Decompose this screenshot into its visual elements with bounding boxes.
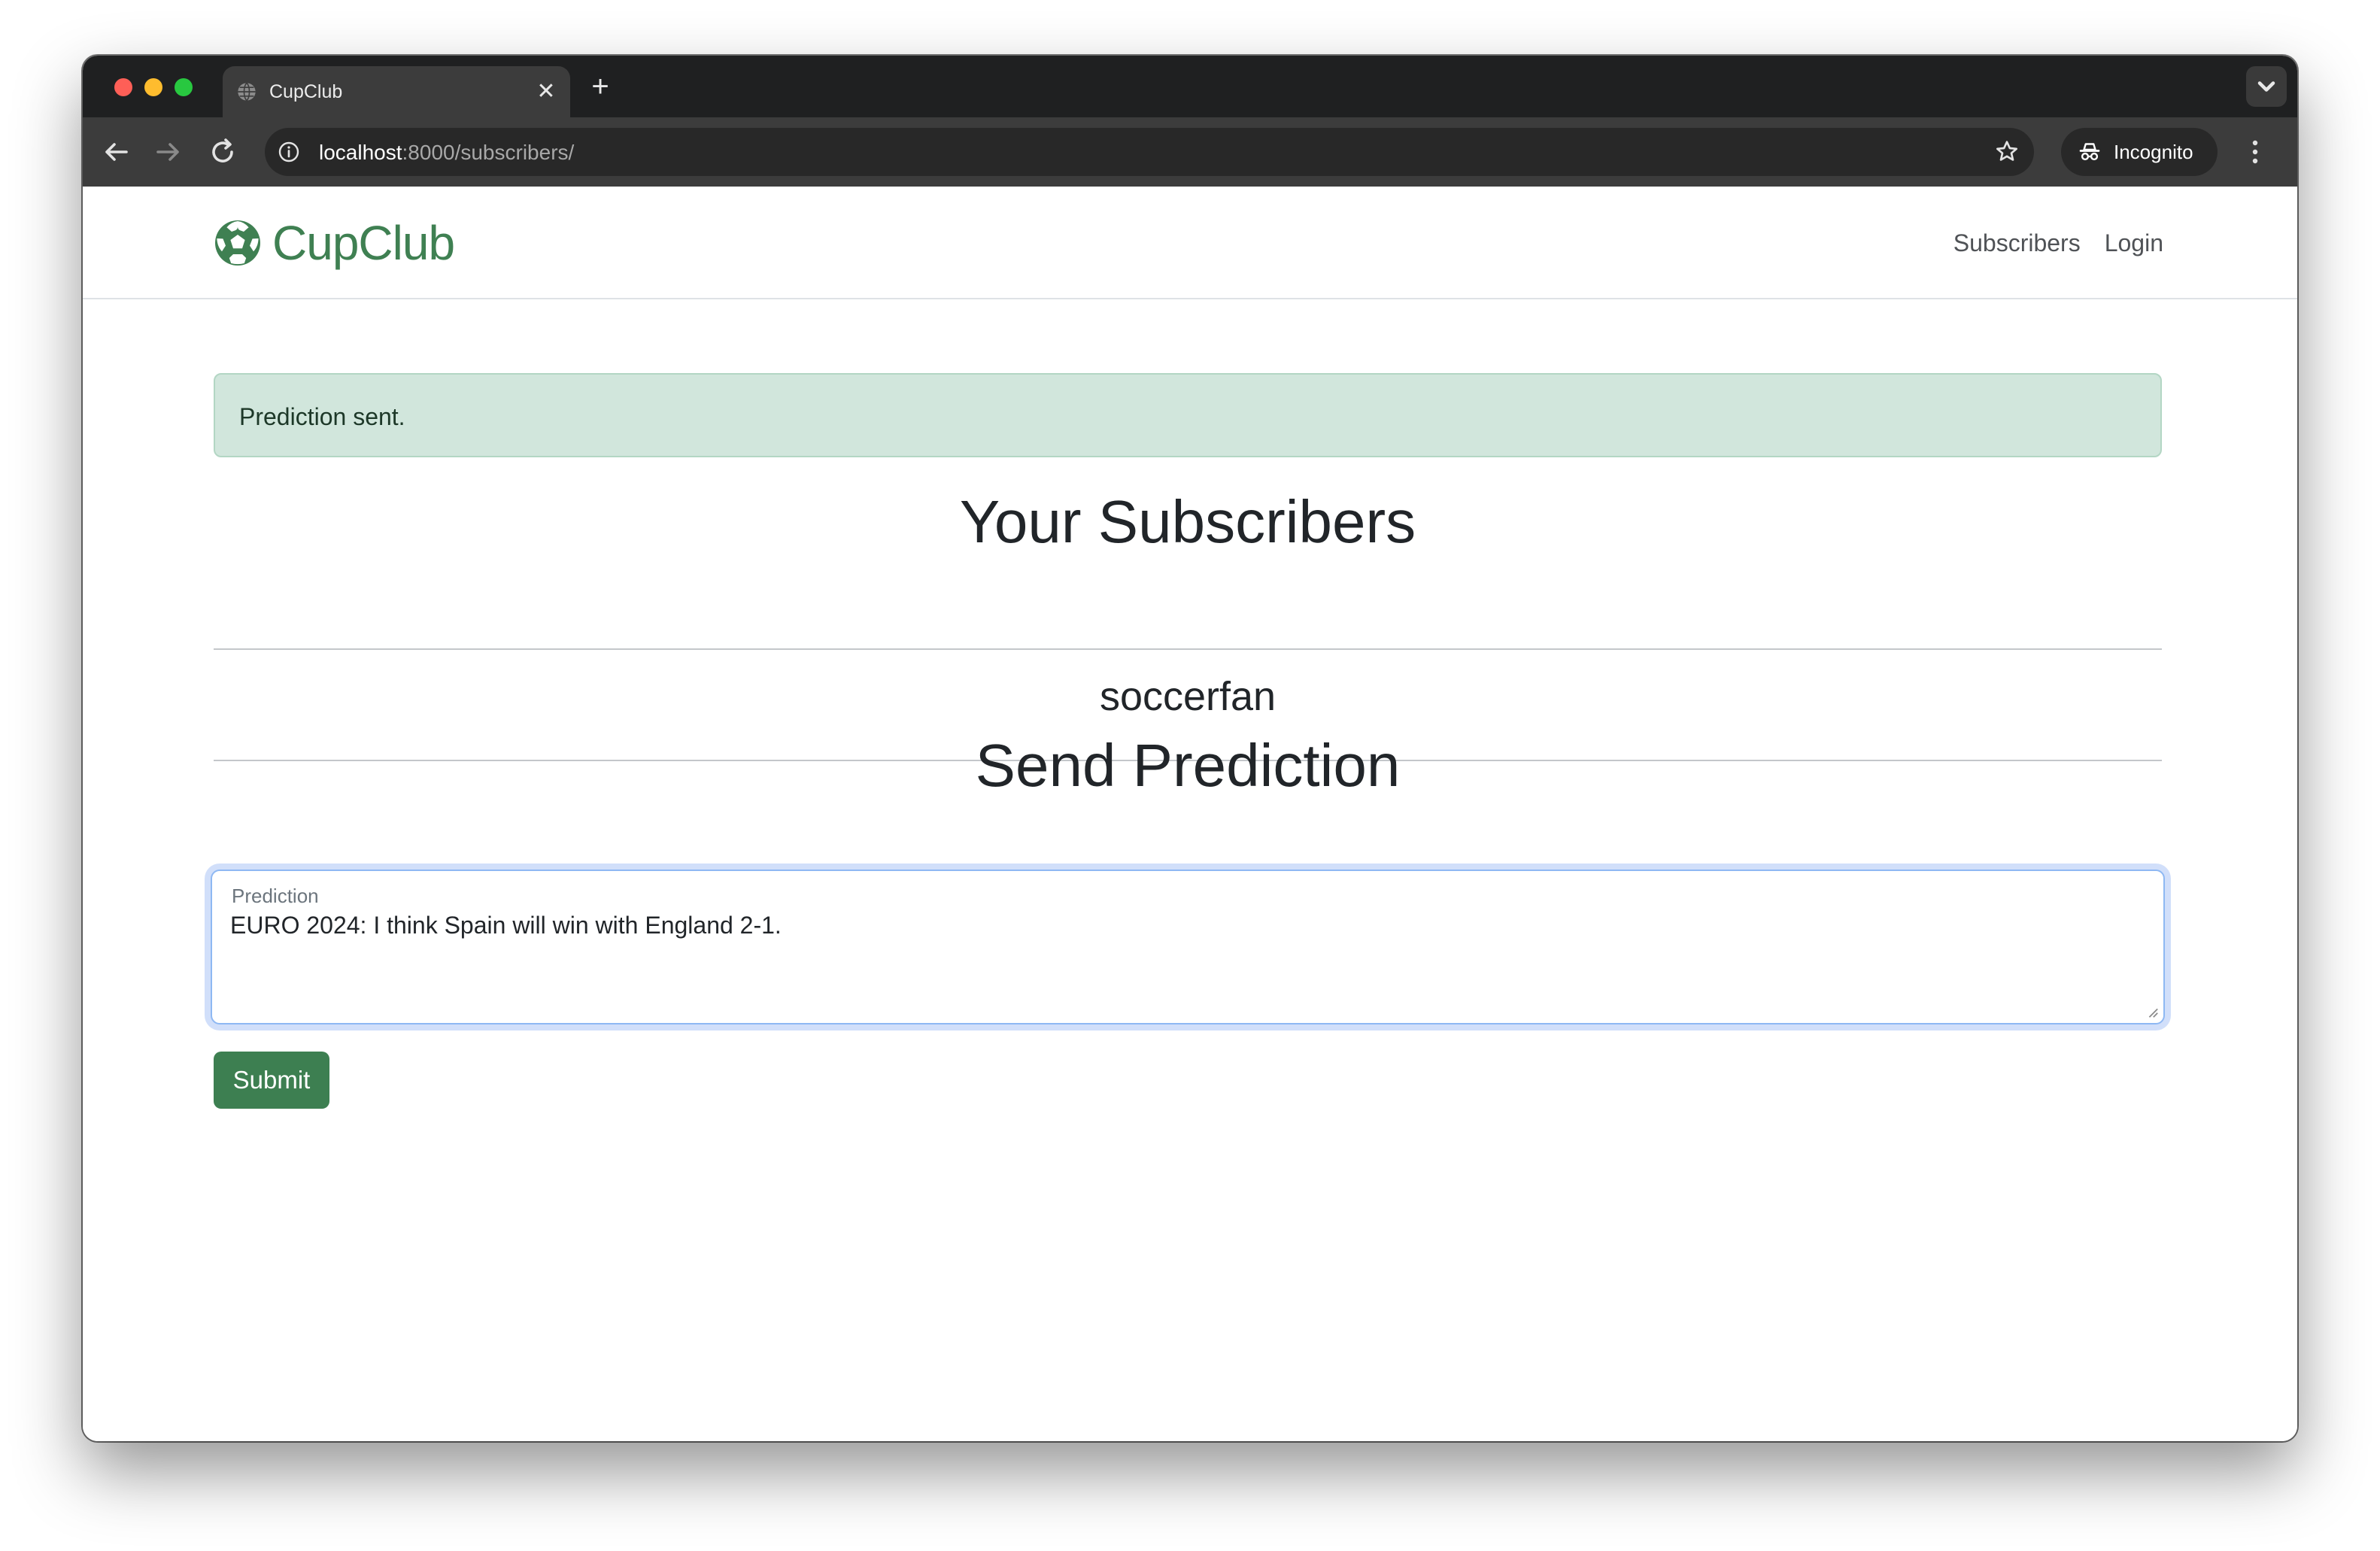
incognito-icon — [2079, 143, 2100, 161]
new-tab-button[interactable]: + — [584, 71, 617, 104]
incognito-badge[interactable]: Incognito — [2061, 128, 2218, 176]
chevron-down-icon — [2257, 81, 2275, 92]
tab-close-icon[interactable]: ✕ — [533, 78, 560, 105]
browser-toolbar: localhost:8000/subscribers/ Incognito — [83, 117, 2297, 187]
url-path: :8000/subscribers/ — [402, 141, 575, 164]
subscriber-item: soccerfan — [1099, 674, 1277, 719]
nav-link-login[interactable]: Login — [2105, 229, 2163, 257]
nav-links: Subscribers Login — [1953, 229, 2163, 257]
address-bar[interactable]: localhost:8000/subscribers/ — [265, 128, 2034, 176]
url-host: localhost — [319, 141, 402, 164]
site-brand[interactable]: CupClub — [214, 216, 455, 270]
soccer-ball-icon — [215, 220, 260, 266]
prediction-field-label: Prediction — [232, 885, 319, 907]
page-viewport: CupClub Subscribers Login Prediction sen… — [83, 187, 2297, 1441]
info-icon[interactable] — [275, 138, 302, 165]
prediction-textarea[interactable]: EURO 2024: I think Spain will win with E… — [230, 910, 2141, 1009]
forward-arrow-icon[interactable] — [150, 134, 187, 170]
minimize-window-button[interactable] — [144, 78, 162, 96]
prediction-field[interactable]: Prediction EURO 2024: I think Spain will… — [211, 870, 2165, 1024]
star-icon[interactable] — [1992, 137, 2022, 167]
subscribers-heading: Your Subscribers — [959, 488, 1416, 555]
submit-button[interactable]: Submit — [214, 1052, 329, 1109]
tab-search-button[interactable] — [2246, 66, 2287, 107]
back-arrow-icon[interactable] — [98, 134, 134, 170]
divider — [214, 648, 2162, 650]
tab-strip: CupClub ✕ + — [83, 56, 2297, 117]
close-window-button[interactable] — [114, 78, 132, 96]
tab-title: CupClub — [269, 81, 343, 102]
success-alert: Prediction sent. — [214, 373, 2162, 457]
kebab-menu-icon[interactable] — [2237, 134, 2273, 170]
brand-name: CupClub — [272, 216, 455, 270]
send-prediction-heading: Send Prediction — [975, 732, 1401, 799]
maximize-window-button[interactable] — [175, 78, 193, 96]
globe-icon — [238, 82, 256, 102]
reload-icon[interactable] — [205, 134, 241, 170]
alert-message: Prediction sent. — [239, 403, 405, 430]
url-text[interactable]: localhost:8000/subscribers/ — [319, 141, 574, 165]
browser-window: CupClub ✕ + localhost:8000/subscribers/ … — [83, 56, 2297, 1441]
incognito-label: Incognito — [2114, 141, 2193, 163]
nav-link-subscribers[interactable]: Subscribers — [1953, 229, 2081, 257]
browser-tab-active[interactable]: CupClub ✕ — [223, 66, 570, 117]
site-navbar: CupClub Subscribers Login — [83, 187, 2297, 299]
resize-grip-icon[interactable] — [2145, 1005, 2159, 1018]
